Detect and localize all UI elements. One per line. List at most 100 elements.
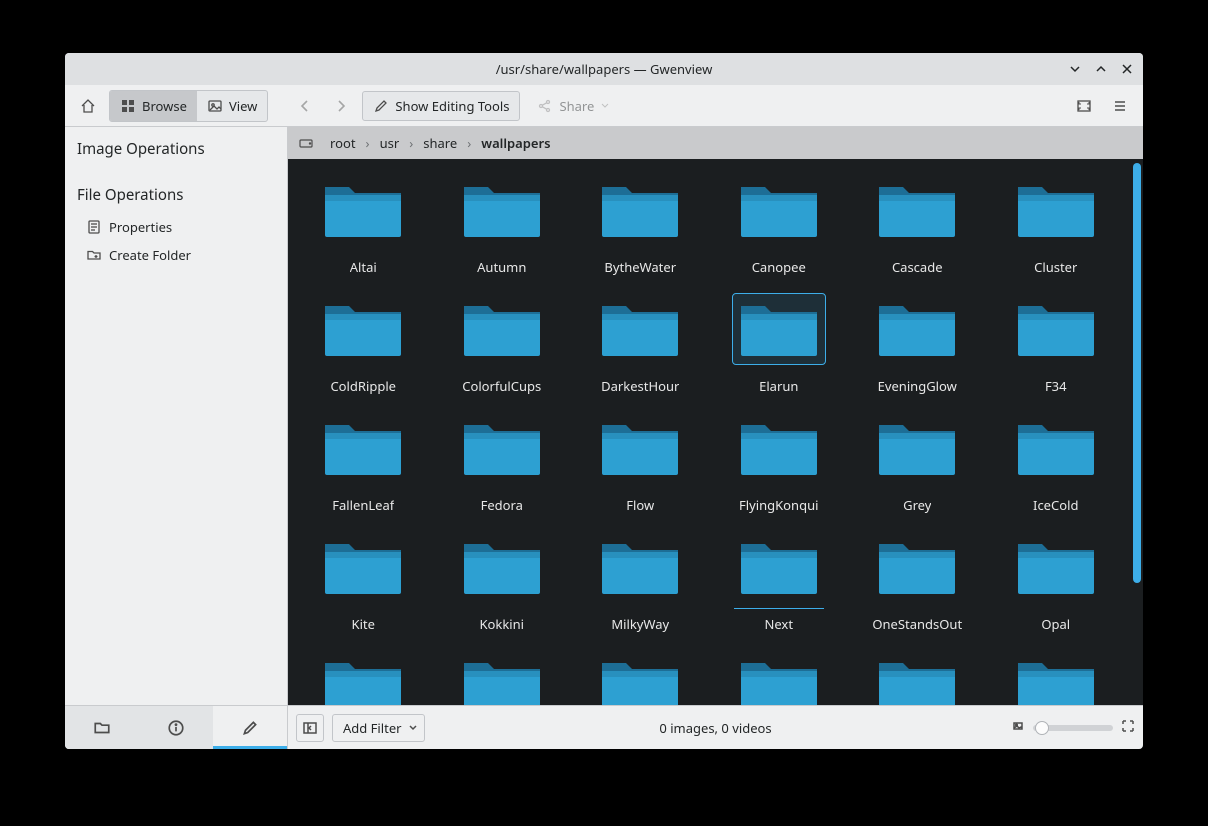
main-panel: root › usr › share › wallpapers Altai Au…	[288, 127, 1143, 749]
folder-item[interactable]: Next	[710, 526, 849, 637]
view-mode-button[interactable]: View	[197, 91, 267, 121]
folder-item[interactable]: Path	[294, 645, 433, 705]
folder-label: Grey	[903, 496, 931, 514]
folder-label: BytheWater	[604, 258, 676, 276]
chevron-up-icon	[1095, 63, 1107, 75]
maximize-button[interactable]	[1089, 57, 1113, 81]
thumb-large-icon	[1121, 719, 1135, 733]
folder-item[interactable]: OneStandsOut	[848, 526, 987, 637]
folder-item[interactable]: BytheWater	[571, 169, 710, 280]
vertical-scrollbar[interactable]	[1133, 163, 1141, 701]
titlebar: /usr/share/wallpapers — Gwenview	[65, 53, 1143, 85]
thumb-small-button[interactable]	[1011, 719, 1025, 737]
folder-item[interactable]: Cascade	[848, 169, 987, 280]
folder-icon	[594, 175, 686, 245]
toggle-sidebar-button[interactable]	[296, 714, 324, 742]
sidebar-tabs	[65, 705, 287, 749]
sidebar-tab-info[interactable]	[139, 706, 213, 749]
folder-icon	[456, 651, 548, 705]
folder-item[interactable]: Opal	[987, 526, 1126, 637]
window-controls	[1063, 53, 1139, 85]
folder-item[interactable]: Grey	[848, 407, 987, 518]
folder-item[interactable]: DarkestHour	[571, 288, 710, 399]
folder-item[interactable]: Canopee	[710, 169, 849, 280]
folder-item[interactable]: Kokkini	[433, 526, 572, 637]
chevron-right-icon	[333, 98, 349, 114]
slider-knob[interactable]	[1035, 721, 1049, 735]
breadcrumb-seg-wallpapers[interactable]: wallpapers	[475, 132, 556, 154]
folder-label: Kite	[352, 615, 375, 633]
folder-item[interactable]: EveningGlow	[848, 288, 987, 399]
folder-icon	[317, 413, 409, 483]
folder-item[interactable]: Safe	[710, 645, 849, 705]
folder-icon	[733, 532, 825, 602]
chevron-down-icon	[600, 101, 610, 111]
browse-mode-button[interactable]: Browse	[110, 91, 197, 121]
info-icon	[167, 719, 185, 737]
folder-item[interactable]: Flow	[571, 407, 710, 518]
folder-label: Next	[764, 615, 793, 633]
sidebar-item-properties[interactable]: Properties	[69, 213, 283, 241]
folder-icon	[871, 651, 963, 705]
minimize-button[interactable]	[1063, 57, 1087, 81]
grid-icon	[120, 98, 136, 114]
folder-label: Flow	[626, 496, 654, 514]
breadcrumb: root › usr › share › wallpapers	[288, 127, 1143, 159]
sidebar-item-label: Create Folder	[109, 246, 191, 264]
scrollbar-thumb[interactable]	[1133, 163, 1141, 583]
folder-item[interactable]: Patak	[433, 645, 572, 705]
sidebar-item-create-folder[interactable]: Create Folder	[69, 241, 283, 269]
folder-grid-viewport: Altai Autumn BytheWater Canopee Cascade …	[288, 159, 1143, 705]
folder-item[interactable]: ColorfulCups	[433, 288, 572, 399]
folder-label: Autumn	[477, 258, 526, 276]
folder-item[interactable]: ColdRipple	[294, 288, 433, 399]
folder-item[interactable]: Summer	[987, 645, 1126, 705]
folder-item[interactable]: Altai	[294, 169, 433, 280]
close-button[interactable]	[1115, 57, 1139, 81]
folder-item[interactable]: Shell	[848, 645, 987, 705]
breadcrumb-seg-share[interactable]: share	[417, 132, 463, 154]
folder-grid[interactable]: Altai Autumn BytheWater Canopee Cascade …	[288, 159, 1131, 705]
image-icon	[207, 98, 223, 114]
home-button[interactable]	[73, 91, 103, 121]
sidebar-tab-operations[interactable]	[213, 706, 287, 749]
statusbar: Add Filter 0 images, 0 videos	[288, 705, 1143, 749]
hard-disk-icon	[298, 135, 314, 151]
folder-label: Altai	[350, 258, 377, 276]
thumbnail-zoom-slider[interactable]	[1033, 725, 1113, 731]
hamburger-menu-button[interactable]	[1105, 91, 1135, 121]
thumb-small-icon	[1011, 719, 1025, 733]
breadcrumb-seg-root[interactable]: root	[324, 132, 362, 154]
folder-item[interactable]: Fedora	[433, 407, 572, 518]
folder-icon	[1010, 294, 1102, 364]
folder-item[interactable]: F34	[987, 288, 1126, 399]
folder-icon	[733, 294, 825, 364]
folder-item[interactable]: FallenLeaf	[294, 407, 433, 518]
device-icon[interactable]	[296, 133, 316, 153]
folder-item[interactable]: Pastel	[571, 645, 710, 705]
folder-item[interactable]: Elarun	[710, 288, 849, 399]
folder-item[interactable]: Kite	[294, 526, 433, 637]
panel-left-icon	[303, 721, 317, 735]
folder-item[interactable]: Cluster	[987, 169, 1126, 280]
show-editing-tools-button[interactable]: Show Editing Tools	[362, 91, 520, 121]
chevron-right-icon: ›	[407, 134, 415, 152]
add-filter-button[interactable]: Add Filter	[332, 714, 425, 742]
sidebar: Image Operations File Operations Propert…	[65, 127, 288, 749]
sidebar-tab-folders[interactable]	[65, 706, 139, 749]
folder-label: EveningGlow	[878, 377, 957, 395]
folder-icon	[317, 294, 409, 364]
hamburger-icon	[1112, 98, 1128, 114]
folder-icon	[594, 532, 686, 602]
folder-icon	[871, 532, 963, 602]
folder-label: Cascade	[892, 258, 943, 276]
breadcrumb-seg-usr[interactable]: usr	[374, 132, 406, 154]
show-editing-tools-label: Show Editing Tools	[395, 97, 509, 115]
folder-item[interactable]: IceCold	[987, 407, 1126, 518]
folder-label: FallenLeaf	[332, 496, 394, 514]
folder-item[interactable]: Autumn	[433, 169, 572, 280]
fullscreen-button[interactable]	[1069, 91, 1099, 121]
folder-item[interactable]: MilkyWay	[571, 526, 710, 637]
thumb-large-button[interactable]	[1121, 719, 1135, 737]
folder-item[interactable]: FlyingKonqui	[710, 407, 849, 518]
